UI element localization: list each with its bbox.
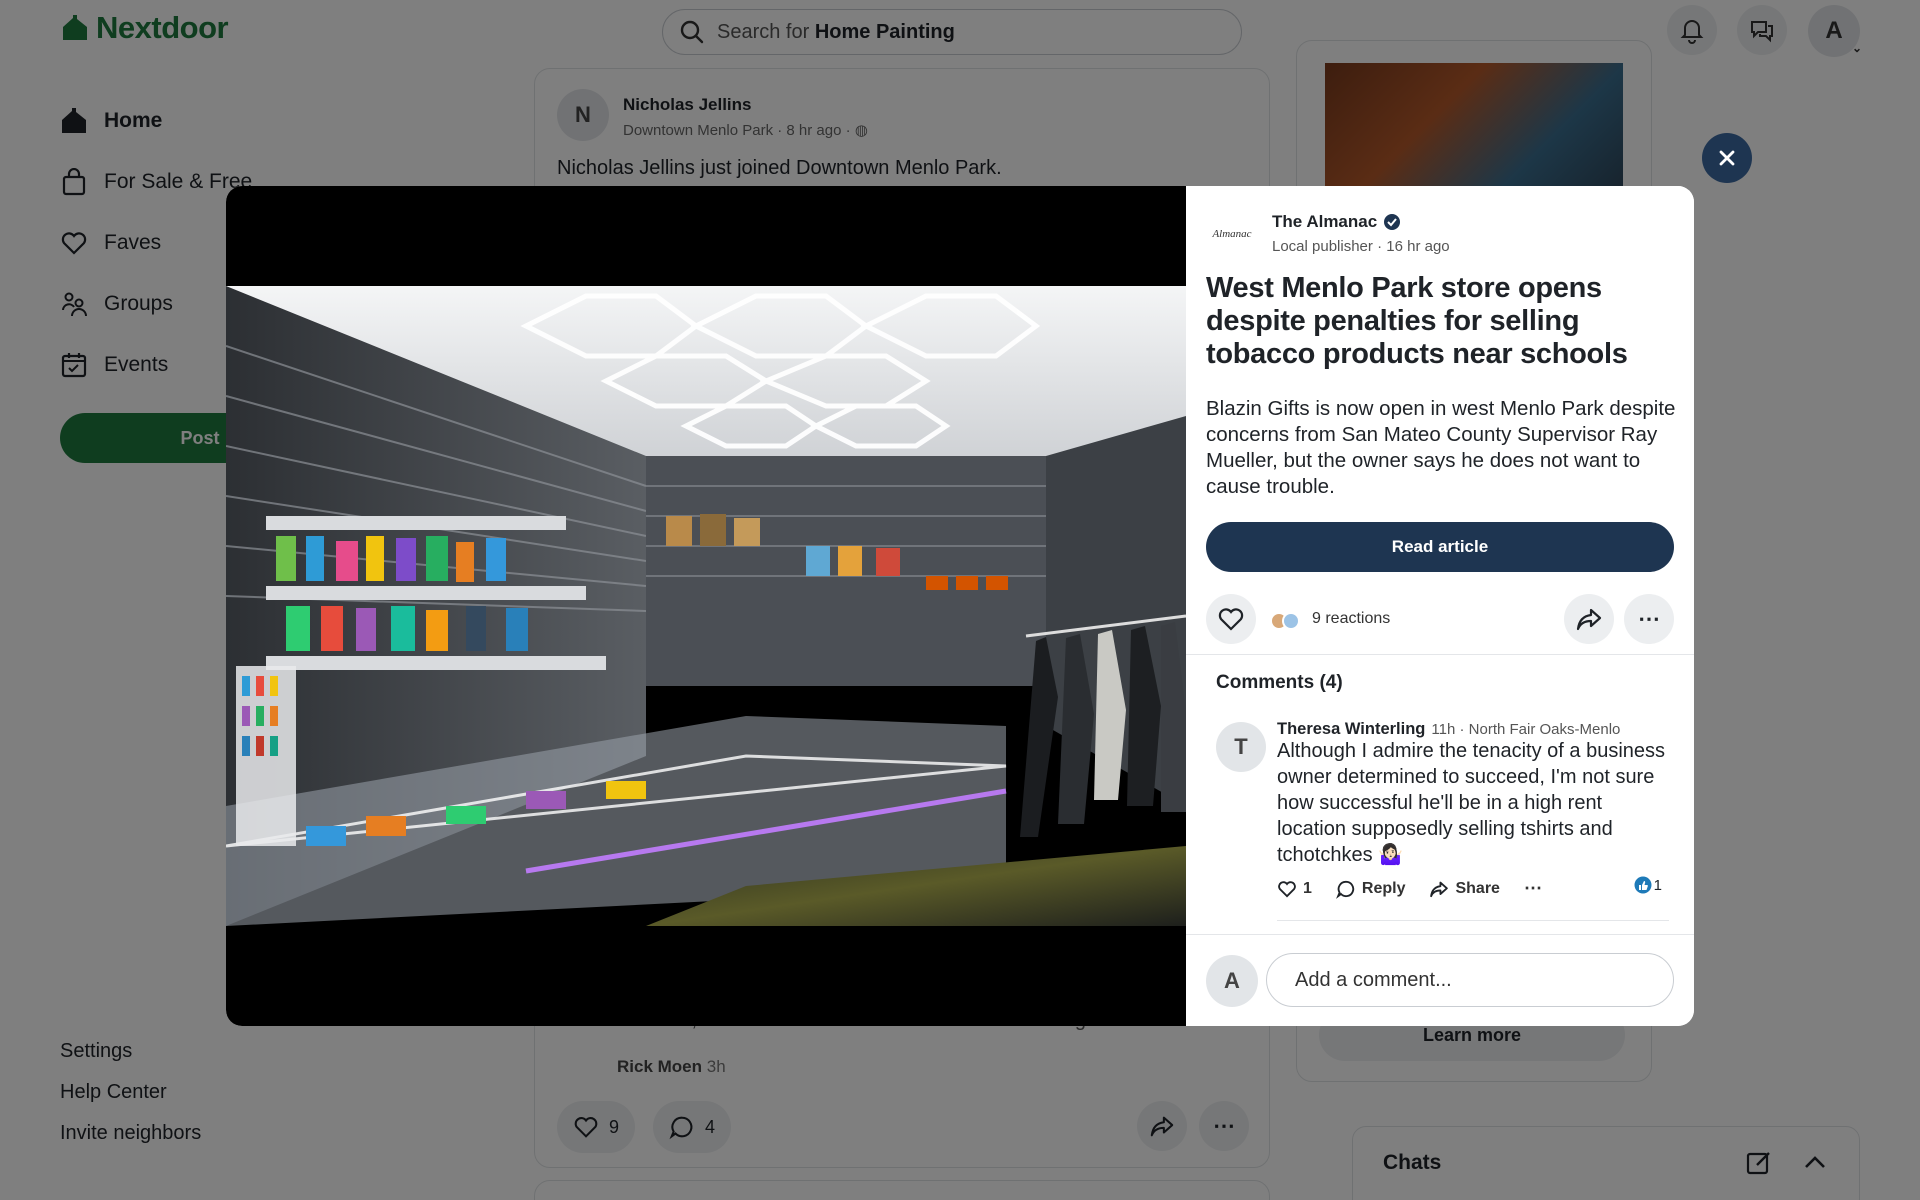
- add-comment-input[interactable]: [1266, 953, 1674, 1007]
- comment-reaction-summary[interactable]: 1: [1634, 876, 1662, 894]
- publisher-name[interactable]: The Almanac: [1272, 212, 1377, 232]
- publisher-type: Local publisher: [1272, 238, 1373, 255]
- like-button[interactable]: [1206, 594, 1256, 644]
- commenter-location[interactable]: North Fair Oaks-Menlo: [1469, 721, 1621, 738]
- heart-icon: [1278, 880, 1296, 897]
- comment-time: 11h: [1431, 721, 1456, 738]
- article-modal: Almanac The Almanac Local publisher · 16…: [226, 186, 1694, 1026]
- publisher-header: Almanac The Almanac Local publisher · 16…: [1206, 208, 1450, 260]
- article-headline: West Menlo Park store opens despite pena…: [1206, 272, 1628, 370]
- comment-more-button[interactable]: ⋯: [1524, 878, 1542, 899]
- comment-reaction-count: 1: [1653, 876, 1662, 894]
- more-options-button[interactable]: ⋯: [1624, 594, 1674, 644]
- close-icon: [1719, 150, 1735, 166]
- reaction-emojis[interactable]: [1270, 612, 1300, 630]
- comment-share-button[interactable]: Share: [1429, 879, 1500, 899]
- ellipsis-icon: ⋯: [1638, 606, 1660, 631]
- divider: [1186, 654, 1694, 655]
- reactions-count[interactable]: 9 reactions: [1312, 610, 1390, 628]
- comments-heading: Comments (4): [1216, 672, 1343, 693]
- share-icon: [1430, 881, 1449, 897]
- store-interior-photo: [226, 286, 1186, 926]
- thumbs-up-reaction-icon: [1634, 876, 1652, 894]
- comment-composer: A: [1186, 934, 1694, 1026]
- heart-icon: [1218, 608, 1244, 631]
- publisher-meta: Local publisher · 16 hr ago: [1272, 238, 1450, 255]
- share-button[interactable]: [1564, 594, 1614, 644]
- comment-divider: [1277, 920, 1669, 921]
- comment-header: Theresa Winterling 11h · North Fair Oaks-…: [1277, 720, 1621, 738]
- close-modal-button[interactable]: [1702, 133, 1752, 183]
- reaction-emoji-icon: [1282, 612, 1300, 630]
- publisher-logo[interactable]: Almanac: [1206, 208, 1258, 260]
- share-label: Share: [1455, 879, 1500, 897]
- comment-reply-button[interactable]: Reply: [1335, 879, 1406, 899]
- comment-actions: 1 Reply Share ⋯: [1277, 878, 1542, 899]
- article-panel: Almanac The Almanac Local publisher · 16…: [1186, 186, 1694, 1026]
- current-user-avatar[interactable]: A: [1206, 955, 1258, 1007]
- comment-body: Although I admire the tenacity of a busi…: [1277, 740, 1666, 866]
- share-icon: [1576, 608, 1602, 631]
- media-pane: [226, 186, 1186, 1026]
- verified-badge-icon: [1384, 214, 1401, 230]
- comment-icon: [1335, 880, 1355, 899]
- reply-label: Reply: [1361, 879, 1406, 897]
- publish-time: 16 hr ago: [1386, 238, 1450, 255]
- article-summary: Blazin Gifts is now open in west Menlo P…: [1206, 397, 1676, 498]
- comment-like-count: 1: [1303, 879, 1312, 897]
- reaction-row: 9 reactions ⋯: [1206, 594, 1674, 646]
- commenter-avatar[interactable]: T: [1216, 722, 1266, 772]
- publisher-name-row: The Almanac: [1272, 212, 1450, 232]
- commenter-name[interactable]: Theresa Winterling: [1277, 720, 1425, 738]
- read-article-button[interactable]: Read article: [1206, 522, 1674, 572]
- comment-like-button[interactable]: 1: [1277, 879, 1312, 899]
- store-photo-illustration: [226, 286, 1186, 926]
